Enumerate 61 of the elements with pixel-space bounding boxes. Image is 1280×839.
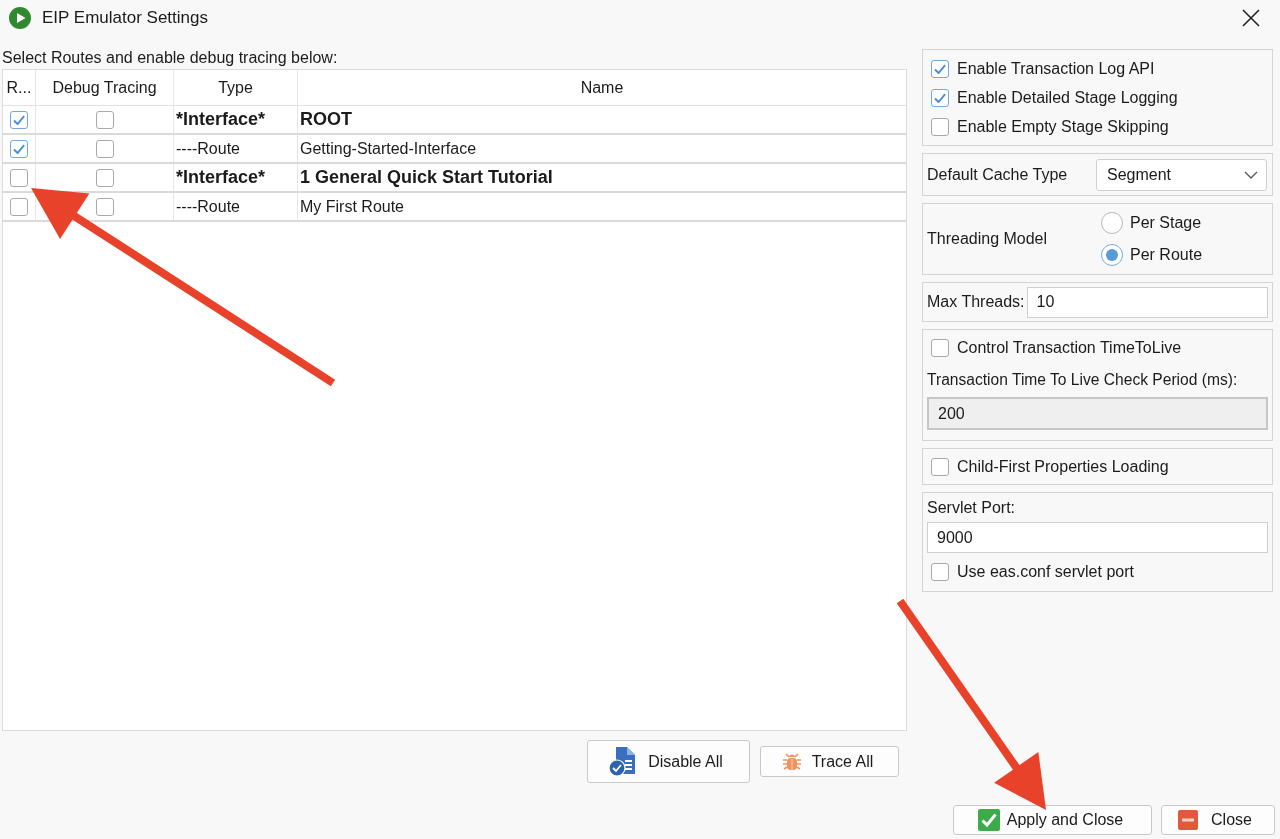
checkbox-label: Enable Detailed Stage Logging xyxy=(957,88,1178,107)
column-header[interactable]: Name xyxy=(580,78,624,97)
type-cell-text: *Interface* xyxy=(175,167,266,188)
document-check-icon xyxy=(608,746,637,777)
check-period-label: Transaction Time To Live Check Period (ms): xyxy=(927,371,1239,389)
type-cell-text: ----Route xyxy=(175,139,240,158)
max-threads-field[interactable]: 10 xyxy=(1026,286,1268,318)
trace-all-button[interactable]: Trace All xyxy=(760,746,899,777)
checkbox[interactable] xyxy=(931,457,949,476)
checkbox[interactable] xyxy=(931,88,949,107)
debug-tracing-checkbox[interactable] xyxy=(95,168,114,187)
cache-type-label: Default Cache Type xyxy=(927,165,1068,184)
checkbox[interactable] xyxy=(931,338,949,357)
tick-icon xyxy=(934,92,946,103)
name-cell-text: Getting-Started-Interface xyxy=(299,139,477,158)
checkbox[interactable] xyxy=(931,59,949,78)
close-icon[interactable] xyxy=(1242,9,1260,27)
instructions-text: Select Routes and enable debug tracing below: xyxy=(2,49,339,67)
threading-model-label: Threading Model xyxy=(927,230,1049,248)
name-cell-text: ROOT xyxy=(299,109,352,130)
name-cell-text: My First Route xyxy=(299,197,404,216)
checkbox[interactable] xyxy=(931,562,949,581)
bug-icon xyxy=(781,751,802,772)
type-cell-text: ----Route xyxy=(175,197,240,216)
route-checkbox[interactable] xyxy=(10,168,28,187)
name-cell-text: 1 General Quick Start Tutorial xyxy=(299,167,553,188)
play-icon xyxy=(9,7,31,29)
route-checkbox[interactable] xyxy=(10,139,28,158)
close-button[interactable]: Close xyxy=(1161,805,1275,835)
type-cell-text: *Interface* xyxy=(175,109,266,130)
tick-icon xyxy=(934,63,946,74)
apply-and-close-button[interactable]: Apply and Close xyxy=(953,805,1152,835)
route-checkbox[interactable] xyxy=(10,110,28,129)
tick-icon xyxy=(13,143,25,154)
chevron-down-icon xyxy=(1244,170,1258,179)
servlet-port-field[interactable]: 9000 xyxy=(927,522,1268,553)
cache-type-dropdown[interactable]: Segment xyxy=(1096,158,1267,191)
window-title: EIP Emulator Settings xyxy=(42,8,208,28)
checkmark-icon xyxy=(977,809,1000,831)
checkbox-label: Child-First Properties Loading xyxy=(957,457,1169,476)
tick-icon xyxy=(13,114,25,125)
column-header[interactable]: R... xyxy=(6,78,32,97)
debug-tracing-checkbox[interactable] xyxy=(95,139,114,158)
column-header[interactable]: Debug Tracing xyxy=(52,78,157,97)
radio-label: Per Stage xyxy=(1130,214,1202,232)
checkbox-label: Enable Empty Stage Skipping xyxy=(957,117,1169,136)
debug-tracing-checkbox[interactable] xyxy=(95,197,114,216)
servlet-port-label: Servlet Port: xyxy=(927,499,1017,517)
disable-all-button[interactable]: Disable All xyxy=(587,740,750,783)
route-checkbox[interactable] xyxy=(10,197,28,216)
debug-tracing-checkbox[interactable] xyxy=(95,110,114,129)
max-threads-label: Max Threads: xyxy=(927,293,1025,311)
minus-icon xyxy=(1178,810,1199,830)
radio-label: Per Route xyxy=(1130,246,1203,264)
radio-button[interactable] xyxy=(1101,244,1123,266)
radio-button[interactable] xyxy=(1101,212,1123,234)
checkbox-label: Enable Transaction Log API xyxy=(957,59,1155,78)
column-header[interactable]: Type xyxy=(218,78,253,97)
checkbox-label: Use eas.conf servlet port xyxy=(957,562,1134,581)
checkbox-label: Control Transaction TimeToLive xyxy=(957,338,1182,357)
checkbox[interactable] xyxy=(931,117,949,136)
